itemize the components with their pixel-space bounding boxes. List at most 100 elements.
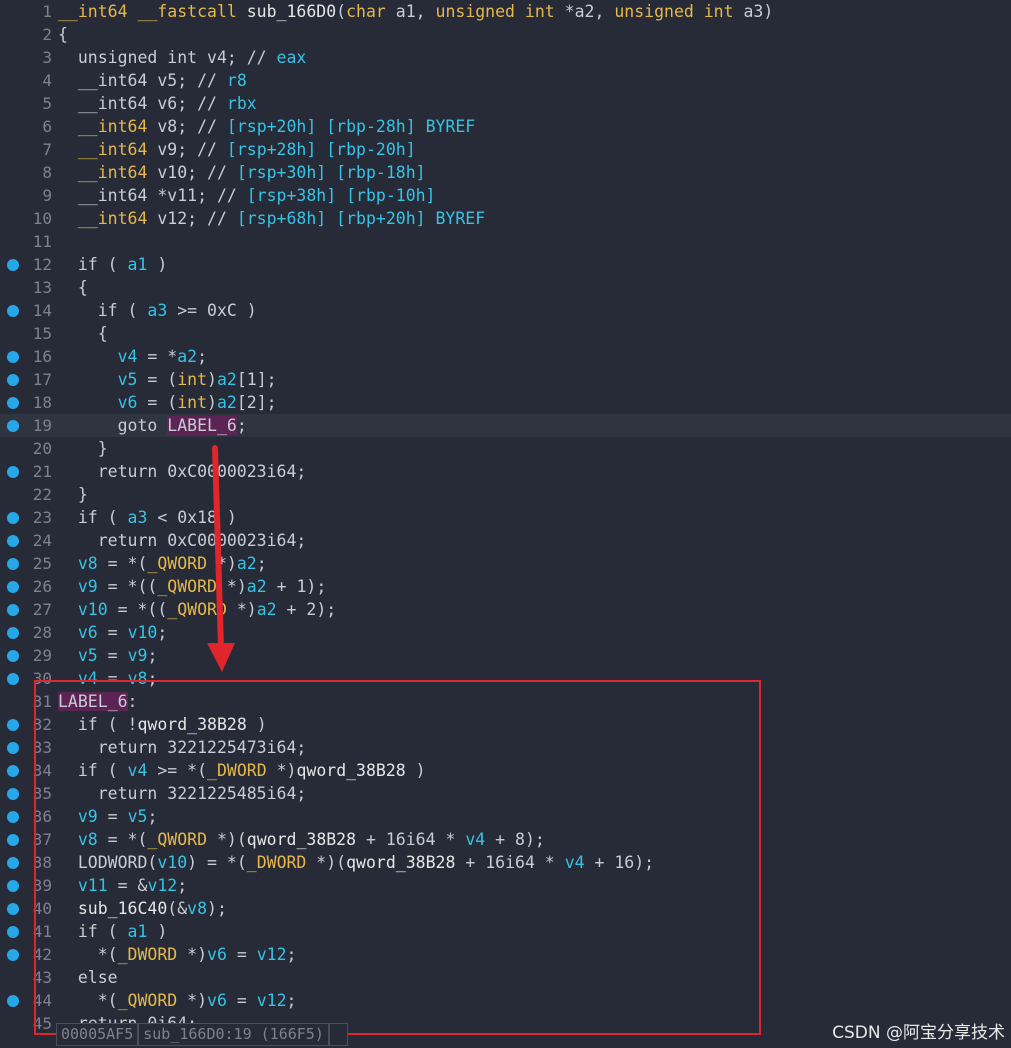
breakpoint-dot-icon[interactable]	[7, 305, 19, 317]
code-token[interactable]: v5	[128, 807, 148, 826]
code-token[interactable]: a2	[217, 393, 237, 412]
label-token[interactable]: LABEL_6	[167, 416, 237, 435]
code-token[interactable]: a2	[247, 577, 267, 596]
code-token[interactable]: v4	[128, 761, 148, 780]
code-line[interactable]: 26 v9 = *((_QWORD *)a2 + 1);	[0, 575, 1011, 598]
code-line[interactable]: 24 return 0xC0000023i64;	[0, 529, 1011, 552]
breakpoint-dot-icon[interactable]	[7, 374, 19, 386]
code-token[interactable]: v10	[128, 623, 158, 642]
code-line[interactable]: 20 }	[0, 437, 1011, 460]
code-token[interactable]: v9	[78, 577, 98, 596]
code-token[interactable]: a2	[257, 600, 277, 619]
code-line[interactable]: 37 v8 = *(_QWORD *)(qword_38B28 + 16i64 …	[0, 828, 1011, 851]
code-token[interactable]: v6	[78, 623, 98, 642]
code-line[interactable]: 13 {	[0, 276, 1011, 299]
code-token[interactable]: a1	[128, 255, 148, 274]
code-token[interactable]: a3	[147, 301, 167, 320]
code-token[interactable]: v12	[147, 876, 177, 895]
breakpoint-dot-icon[interactable]	[7, 650, 19, 662]
code-line[interactable]: 31 LABEL_6:	[0, 690, 1011, 713]
code-token[interactable]: v9	[128, 646, 148, 665]
code-line[interactable]: 18 v6 = (int)a2[2];	[0, 391, 1011, 414]
code-line[interactable]: 9 __int64 *v11; // [rsp+38h] [rbp-10h]	[0, 184, 1011, 207]
breakpoint-dot-icon[interactable]	[7, 834, 19, 846]
breakpoint-dot-icon[interactable]	[7, 811, 19, 823]
breakpoint-dot-icon[interactable]	[7, 742, 19, 754]
code-line[interactable]: 30 v4 = v8;	[0, 667, 1011, 690]
code-token[interactable]: v4	[78, 669, 98, 688]
code-token[interactable]: a2	[177, 347, 197, 366]
breakpoint-dot-icon[interactable]	[7, 512, 19, 524]
breakpoint-dot-icon[interactable]	[7, 673, 19, 685]
breakpoint-dot-icon[interactable]	[7, 535, 19, 547]
breakpoint-dot-icon[interactable]	[7, 788, 19, 800]
code-token[interactable]: v8	[78, 830, 98, 849]
code-line[interactable]: 39 v11 = &v12;	[0, 874, 1011, 897]
code-line[interactable]: 1 __int64 __fastcall sub_166D0(char a1, u…	[0, 0, 1011, 23]
code-line[interactable]: 23 if ( a3 < 0x18 )	[0, 506, 1011, 529]
breakpoint-dot-icon[interactable]	[7, 949, 19, 961]
code-token[interactable]: qword_38B28	[137, 715, 246, 734]
code-line[interactable]: 35 return 3221225485i64;	[0, 782, 1011, 805]
breakpoint-dot-icon[interactable]	[7, 903, 19, 915]
breakpoint-dot-icon[interactable]	[7, 466, 19, 478]
breakpoint-dot-icon[interactable]	[7, 719, 19, 731]
code-line[interactable]: 38 LODWORD(v10) = *(_DWORD *)(qword_38B2…	[0, 851, 1011, 874]
code-token[interactable]: v8	[128, 669, 148, 688]
code-token[interactable]: v6	[207, 991, 227, 1010]
code-token[interactable]: v11	[78, 876, 108, 895]
code-line[interactable]: 14 if ( a3 >= 0xC )	[0, 299, 1011, 322]
code-line[interactable]: 34 if ( v4 >= *(_DWORD *)qword_38B28 )	[0, 759, 1011, 782]
code-token[interactable]: v5	[78, 646, 98, 665]
breakpoint-dot-icon[interactable]	[7, 627, 19, 639]
breakpoint-dot-icon[interactable]	[7, 926, 19, 938]
code-line[interactable]: 11	[0, 230, 1011, 253]
breakpoint-dot-icon[interactable]	[7, 765, 19, 777]
code-line[interactable]: 19 goto LABEL_6;	[0, 414, 1011, 437]
code-token[interactable]: v4	[565, 853, 585, 872]
code-token[interactable]: v12	[257, 991, 287, 1010]
code-line[interactable]: 44 *(_QWORD *)v6 = v12;	[0, 989, 1011, 1012]
label-token[interactable]: LABEL_6	[58, 692, 128, 711]
code-token[interactable]: sub_16C40	[78, 899, 167, 918]
code-line[interactable]: 16 v4 = *a2;	[0, 345, 1011, 368]
code-token[interactable]: qword_38B28	[346, 853, 455, 872]
breakpoint-dot-icon[interactable]	[7, 880, 19, 892]
code-line[interactable]: 22 }	[0, 483, 1011, 506]
code-token[interactable]: a3	[128, 508, 148, 527]
code-token[interactable]: v10	[157, 853, 187, 872]
code-line[interactable]: 42 *(_DWORD *)v6 = v12;	[0, 943, 1011, 966]
code-line[interactable]: 41 if ( a1 )	[0, 920, 1011, 943]
code-line[interactable]: 33 return 3221225473i64;	[0, 736, 1011, 759]
code-line[interactable]: 6 __int64 v8; // [rsp+20h] [rbp-28h] BYR…	[0, 115, 1011, 138]
code-token[interactable]: v9	[78, 807, 98, 826]
code-token[interactable]: qword_38B28	[247, 830, 356, 849]
breakpoint-dot-icon[interactable]	[7, 581, 19, 593]
code-token[interactable]: v6	[118, 393, 138, 412]
breakpoint-dot-icon[interactable]	[7, 995, 19, 1007]
code-line[interactable]: 25 v8 = *(_QWORD *)a2;	[0, 552, 1011, 575]
breakpoint-dot-icon[interactable]	[7, 397, 19, 409]
code-line[interactable]: 28 v6 = v10;	[0, 621, 1011, 644]
code-line[interactable]: 2{	[0, 23, 1011, 46]
breakpoint-dot-icon[interactable]	[7, 420, 19, 432]
breakpoint-dot-icon[interactable]	[7, 857, 19, 869]
code-line[interactable]: 3 unsigned int v4; // eax	[0, 46, 1011, 69]
code-token[interactable]: a1	[128, 922, 148, 941]
code-token[interactable]: v5	[118, 370, 138, 389]
code-token[interactable]: qword_38B28	[296, 761, 405, 780]
breakpoint-dot-icon[interactable]	[7, 604, 19, 616]
breakpoint-dot-icon[interactable]	[7, 351, 19, 363]
code-line[interactable]: 21 return 0xC0000023i64;	[0, 460, 1011, 483]
code-line[interactable]: 36 v9 = v5;	[0, 805, 1011, 828]
code-token[interactable]: v4	[465, 830, 485, 849]
code-token[interactable]: v12	[257, 945, 287, 964]
code-line[interactable]: 5 __int64 v6; // rbx	[0, 92, 1011, 115]
code-line[interactable]: 10 __int64 v12; // [rsp+68h] [rbp+20h] B…	[0, 207, 1011, 230]
pseudocode-view[interactable]: 1 __int64 __fastcall sub_166D0(char a1, u…	[0, 0, 1011, 1035]
code-line[interactable]: 40 sub_16C40(&v8);	[0, 897, 1011, 920]
code-token[interactable]: v6	[207, 945, 227, 964]
code-line[interactable]: 29 v5 = v9;	[0, 644, 1011, 667]
code-line[interactable]: 15 {	[0, 322, 1011, 345]
code-token[interactable]: v8	[78, 554, 98, 573]
